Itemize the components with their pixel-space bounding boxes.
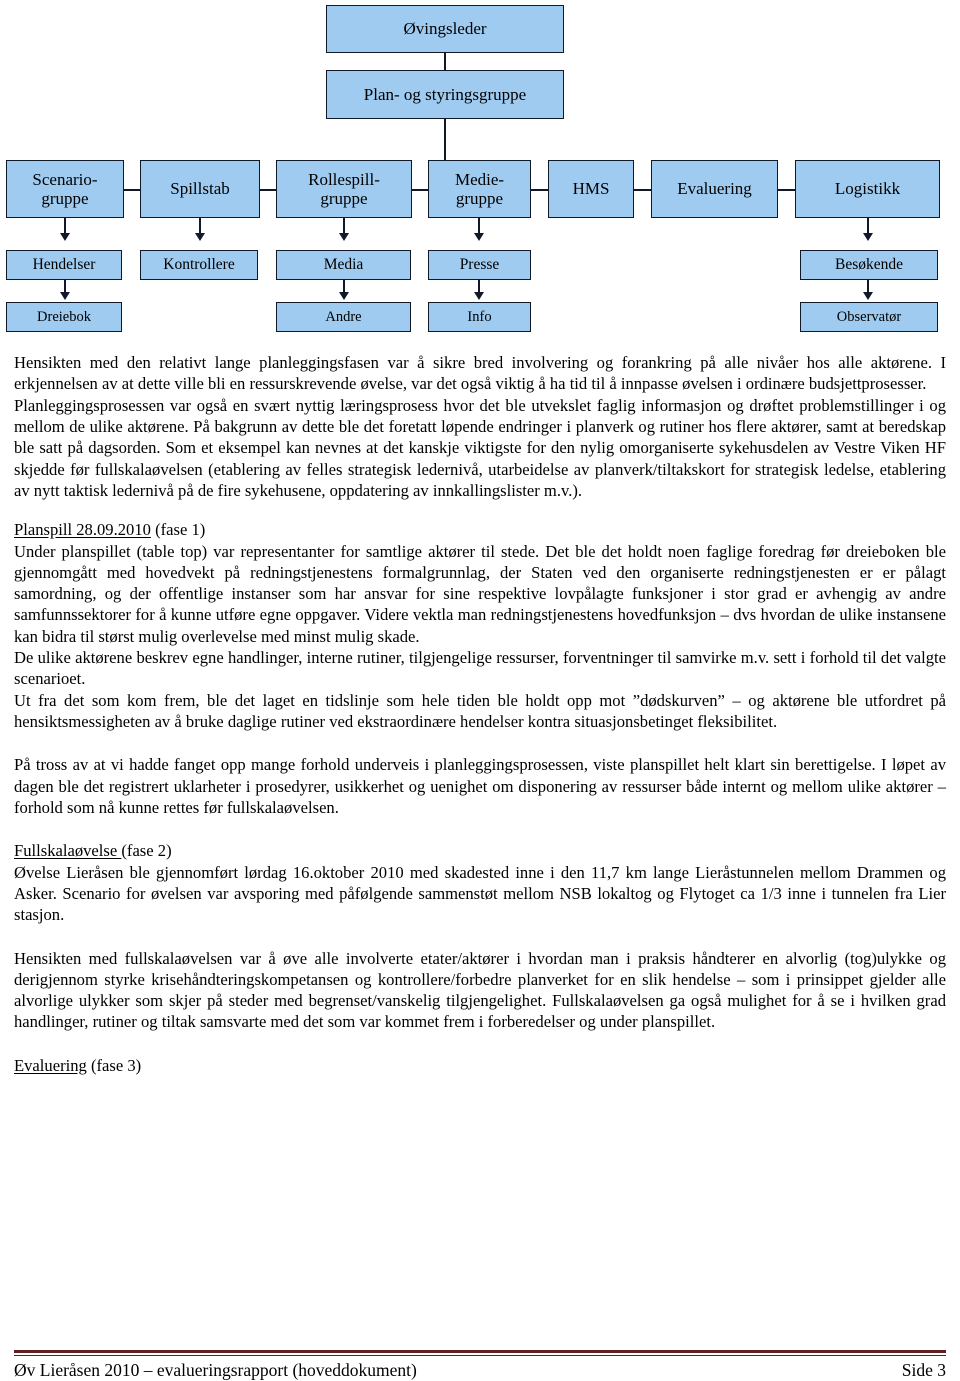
footer-page-number: Side 3 [901, 1360, 946, 1380]
node-label: Plan- og styringsgruppe [363, 84, 527, 104]
connector-hms-evaluering [634, 189, 651, 191]
heading-evaluering-phase: (fase 3) [86, 1055, 142, 1075]
node-label: Presse [459, 256, 500, 274]
node-hendelser: Hendelser [6, 250, 122, 280]
node-label: Info [467, 308, 492, 325]
heading-evaluering: Evaluering (fase 3) [14, 1055, 946, 1076]
paragraph-7: Øvelse Lieråsen ble gjennomført lørdag 1… [14, 862, 946, 925]
page-footer: Øv Lieråsen 2010 – evalueringsrapport (h… [0, 1350, 960, 1381]
arrow-besokende-observator [863, 292, 873, 300]
paragraph-5: Ut fra det som kom frem, ble det laget e… [14, 690, 946, 731]
node-label-line1: Rollespill- [308, 169, 380, 189]
paragraph-6: På tross av at vi hadde fanget opp mange… [14, 755, 946, 817]
heading-evaluering-title: Evaluering [14, 1055, 87, 1075]
connector-evaluering-logistikk [778, 189, 795, 191]
node-label-line1: Scenario- [32, 169, 98, 189]
node-label: Evaluering [677, 179, 752, 199]
node-label: Andre [325, 308, 362, 325]
node-besokende: Besøkende [800, 250, 938, 280]
node-kontrollere: Kontrollere [140, 250, 258, 280]
connector-medie-hms [531, 189, 548, 191]
node-spillstab: Spillstab [140, 160, 260, 218]
paragraph-3: Under planspillet (table top) var repres… [14, 541, 946, 646]
arrow-rollespill-media [339, 233, 349, 241]
heading-planspill-phase: (fase 1) [150, 520, 206, 540]
node-presse: Presse [428, 250, 531, 280]
node-label: Logistikk [834, 179, 901, 199]
node-label: Øvingsleder [403, 19, 487, 39]
node-media: Media [276, 250, 411, 280]
connector-rollespill-medie [412, 189, 428, 191]
footer-row: Øv Lieråsen 2010 – evalueringsrapport (h… [14, 1360, 946, 1381]
node-dreiebok: Dreiebok [6, 302, 122, 332]
heading-planspill: Planspill 28.09.2010 (fase 1) [14, 519, 946, 540]
node-mediegruppe: Medie- gruppe [428, 160, 531, 218]
node-observator: Observatør [800, 302, 938, 332]
connector-scenario-spillstab [124, 189, 140, 191]
connector-ovingsleder-plan [444, 53, 446, 70]
arrow-logistikk-besokende [863, 233, 873, 241]
paragraph-8: Hensikten med fullskalaøvelsen var å øve… [14, 948, 946, 1032]
arrow-medie-presse [474, 233, 484, 241]
paragraph-1: Hensikten med den relativt lange planleg… [14, 353, 946, 394]
organisation-chart: Øvingsleder Plan- og styringsgruppe Scen… [0, 0, 960, 352]
arrow-scenario-hendelser [60, 233, 70, 241]
node-label: Hendelser [32, 256, 96, 274]
arrow-media-andre [339, 292, 349, 300]
heading-fullskalaovelse-title: Fullskalaøvelse [14, 841, 122, 861]
node-plan-og-styringsgruppe: Plan- og styringsgruppe [326, 70, 564, 119]
heading-planspill-date: Planspill 28.09.2010 [14, 520, 151, 540]
node-label: Media [323, 256, 364, 274]
node-ovingsleder: Øvingsleder [326, 5, 564, 53]
node-label: Spillstab [170, 179, 230, 199]
connector-plan-to-group-row [444, 119, 446, 161]
footer-document-title: Øv Lieråsen 2010 – evalueringsrapport (h… [14, 1360, 417, 1380]
footer-divider [14, 1350, 946, 1356]
node-label: Kontrollere [163, 256, 235, 274]
paragraph-2: Planleggingsprosessen var også en svært … [14, 395, 946, 500]
paragraph-4: De ulike aktørene beskrev egne handlinge… [14, 648, 946, 689]
node-label: Observatør [836, 308, 902, 325]
heading-fullskalaovelse: Fullskalaøvelse (fase 2) [14, 840, 946, 861]
node-label: Besøkende [834, 256, 903, 274]
node-label-line2: gruppe [320, 189, 368, 208]
node-label-line1: Medie- [454, 169, 505, 189]
node-andre: Andre [276, 302, 411, 332]
node-scenariogruppe: Scenario- gruppe [6, 160, 124, 218]
node-label: Dreiebok [37, 308, 91, 325]
document-body: Hensikten med den relativt lange planleg… [14, 352, 946, 1076]
node-rollespillgruppe: Rollespill- gruppe [276, 160, 412, 218]
connector-spillstab-rollespill [260, 189, 276, 191]
node-logistikk: Logistikk [795, 160, 940, 218]
arrow-presse-info [474, 292, 484, 300]
heading-fullskalaovelse-phase: (fase 2) [121, 841, 172, 861]
node-label-line2: gruppe [455, 189, 504, 208]
node-label-line2: gruppe [41, 189, 89, 208]
node-evaluering: Evaluering [651, 160, 778, 218]
arrow-spillstab-kontrollere [195, 233, 205, 241]
arrow-hendelser-dreiebok [60, 292, 70, 300]
node-label: HMS [572, 179, 610, 199]
node-info: Info [428, 302, 531, 332]
node-hms: HMS [548, 160, 634, 218]
